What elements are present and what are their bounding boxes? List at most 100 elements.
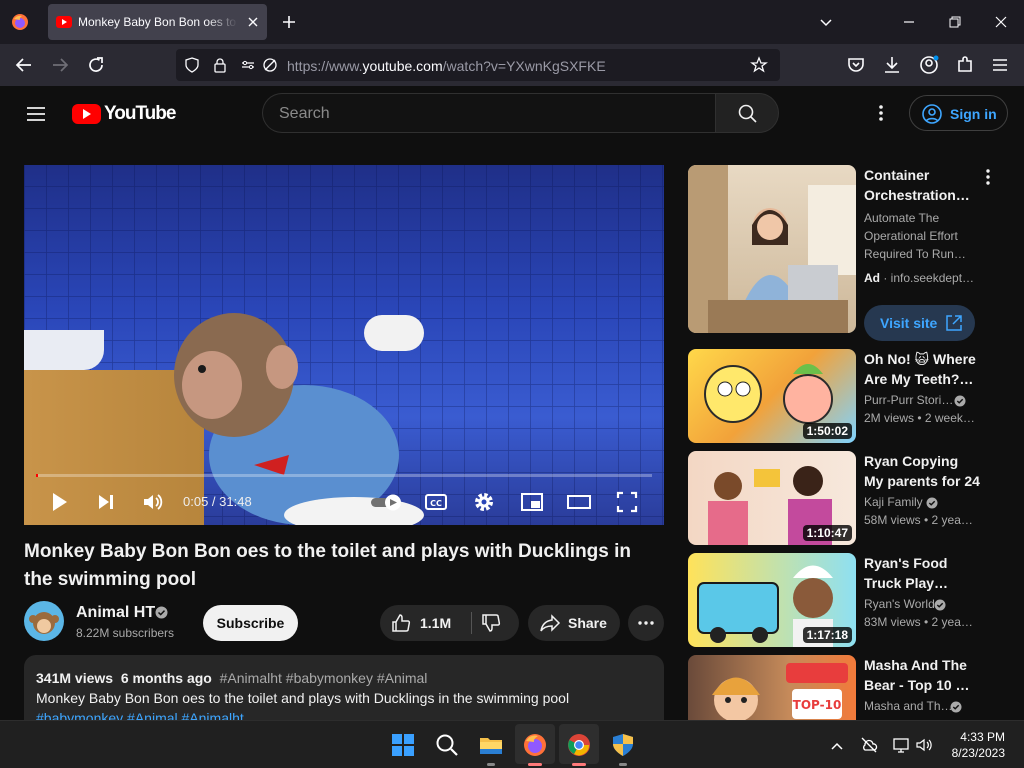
recommendation-channel[interactable]: Kaji Family	[864, 495, 923, 509]
like-button[interactable]: 1.1M	[380, 605, 471, 641]
recommendation-title[interactable]: Masha And The Bear - Top 10 …	[864, 655, 980, 695]
share-button[interactable]: Share	[528, 605, 620, 641]
progress-bar[interactable]	[36, 474, 652, 477]
recommendation-thumbnail[interactable]: 1:50:02	[688, 349, 856, 443]
recommendation-thumbnail[interactable]: TOP-10	[688, 655, 856, 720]
video-player[interactable]: 0:05 / 31:48 CC	[24, 165, 664, 525]
system-clock[interactable]: 4:33 PM 8/23/2023	[952, 729, 1005, 761]
taskbar-indicator	[619, 763, 627, 766]
more-actions-button[interactable]	[628, 605, 664, 641]
settings-gear-icon[interactable]	[471, 489, 497, 515]
recommendation-channel[interactable]: Ryan's World	[864, 597, 935, 611]
back-arrow-icon[interactable]	[12, 53, 36, 77]
bookmark-star-icon[interactable]	[750, 56, 768, 74]
recommendation-channel[interactable]: Masha and Th…	[864, 699, 953, 713]
search-button[interactable]	[715, 93, 779, 133]
taskbar-indicator	[572, 763, 586, 766]
svg-text:CC: CC	[430, 499, 442, 508]
play-icon[interactable]	[46, 489, 72, 515]
sign-in-button[interactable]: Sign in	[909, 95, 1008, 131]
description-hashtag-links[interactable]: #babymonkey #Animal #Animalht	[36, 710, 244, 720]
address-bar[interactable]: https://www.youtube.com/watch?v=YXwnKgSX…	[176, 49, 780, 81]
recommendation-item[interactable]: 1:10:47 Ryan Copying My parents for 24 h…	[688, 451, 1008, 545]
taskbar-indicator	[528, 763, 542, 766]
video-title: Monkey Baby Bon Bon oes to the toilet an…	[24, 541, 632, 590]
tab-list-chevron-icon[interactable]	[816, 12, 836, 32]
clock-time: 4:33 PM	[960, 730, 1005, 744]
thumbs-up-icon	[392, 614, 411, 632]
minimize-icon[interactable]	[899, 12, 919, 32]
url-text[interactable]: https://www.youtube.com/watch?v=YXwnKgSX…	[287, 58, 606, 74]
svg-text:TOP-10: TOP-10	[793, 698, 842, 712]
show-hidden-icons-chevron-icon[interactable]	[829, 738, 845, 754]
chrome-icon[interactable]	[565, 731, 593, 759]
recommendation-title[interactable]: Oh No! 🙀 Where Are My Teeth?…	[864, 349, 980, 389]
search-box[interactable]: Search	[262, 93, 716, 133]
hamburger-menu-icon[interactable]	[988, 53, 1012, 77]
theater-mode-icon[interactable]	[566, 489, 592, 515]
autoplay-blocked-icon[interactable]	[262, 57, 278, 73]
recommendation-title[interactable]: Ryan Copying My parents for 24 h…	[864, 451, 980, 491]
extensions-icon[interactable]	[953, 53, 977, 77]
visit-site-button[interactable]: Visit site	[864, 305, 975, 341]
url-host: youtube.com	[362, 58, 443, 74]
reload-icon[interactable]	[84, 53, 108, 77]
firefox-icon[interactable]	[521, 731, 549, 759]
like-dislike-group: 1.1M	[380, 605, 519, 641]
recommendation-title[interactable]: Ryan's Food Truck Play…	[864, 553, 980, 593]
guide-menu-icon[interactable]	[24, 102, 48, 126]
windows-start-icon[interactable]	[389, 731, 417, 759]
lock-icon[interactable]	[212, 57, 228, 73]
url-scheme: https://www.	[287, 58, 363, 74]
ad-more-vert-icon[interactable]	[978, 167, 998, 187]
new-tab-icon[interactable]	[279, 12, 299, 32]
subtitles-icon[interactable]: CC	[423, 489, 449, 515]
ad-title[interactable]: Container Orchestration…	[864, 165, 980, 205]
recommendation-thumbnail[interactable]: 1:17:18	[688, 553, 856, 647]
share-arrow-icon	[540, 614, 561, 632]
recommendation-thumbnail[interactable]: 1:10:47	[688, 451, 856, 545]
volume-icon[interactable]	[140, 489, 166, 515]
downloads-icon[interactable]	[880, 53, 904, 77]
taskbar-indicator	[487, 763, 495, 766]
ad-domain: info.seekdept…	[890, 271, 975, 285]
pocket-icon[interactable]	[844, 53, 868, 77]
search-input[interactable]: Search	[279, 105, 330, 123]
fullscreen-icon[interactable]	[614, 489, 640, 515]
miniplayer-icon[interactable]	[519, 489, 545, 515]
channel-name[interactable]: Animal HT	[76, 604, 155, 622]
restore-icon[interactable]	[945, 12, 965, 32]
forward-arrow-icon[interactable]	[48, 53, 72, 77]
permissions-icon[interactable]	[240, 57, 256, 73]
speaker-volume-icon[interactable]	[915, 736, 933, 754]
firefox-icon[interactable]	[11, 13, 29, 31]
close-tab-icon[interactable]	[245, 14, 261, 30]
youtube-logo[interactable]: YouTube	[72, 102, 176, 126]
account-icon[interactable]	[917, 53, 941, 77]
subscribe-button[interactable]: Subscribe	[203, 605, 298, 641]
thumbs-down-icon[interactable]	[480, 612, 502, 634]
description-box[interactable]: 341M views 6 months ago #Animalht #babym…	[24, 655, 664, 720]
close-window-icon[interactable]	[991, 12, 1011, 32]
shield-icon[interactable]	[184, 57, 200, 73]
recommendation-channel[interactable]: Purr-Purr Stori…	[864, 393, 953, 407]
monkey-avatar-icon	[29, 612, 59, 634]
file-explorer-icon[interactable]	[477, 731, 505, 759]
network-icon[interactable]	[892, 736, 910, 754]
channel-avatar[interactable]	[24, 601, 64, 641]
recommendation-item[interactable]: TOP-10 Masha And The Bear - Top 10 … Mas…	[688, 655, 1008, 720]
verified-check-icon	[926, 497, 938, 509]
recommendation-item[interactable]: 1:17:18 Ryan's Food Truck Play… Ryan's W…	[688, 553, 1008, 647]
cloud-offline-icon[interactable]	[860, 736, 878, 754]
browser-tab-active[interactable]: Monkey Baby Bon Bon oes to the toilet an…	[48, 4, 267, 40]
search-icon[interactable]	[433, 731, 461, 759]
security-shield-icon[interactable]	[609, 731, 637, 759]
ad-card[interactable]: Container Orchestration… Automate The Op…	[688, 165, 1008, 341]
autoplay-toggle-icon[interactable]	[369, 489, 405, 515]
visit-site-label: Visit site	[880, 315, 938, 331]
more-vert-icon[interactable]	[869, 101, 893, 125]
logo-triangle	[83, 109, 91, 119]
ad-thumbnail[interactable]	[688, 165, 856, 333]
next-video-icon[interactable]	[93, 489, 119, 515]
recommendation-item[interactable]: 1:50:02 Oh No! 🙀 Where Are My Teeth?… Pu…	[688, 349, 1008, 443]
